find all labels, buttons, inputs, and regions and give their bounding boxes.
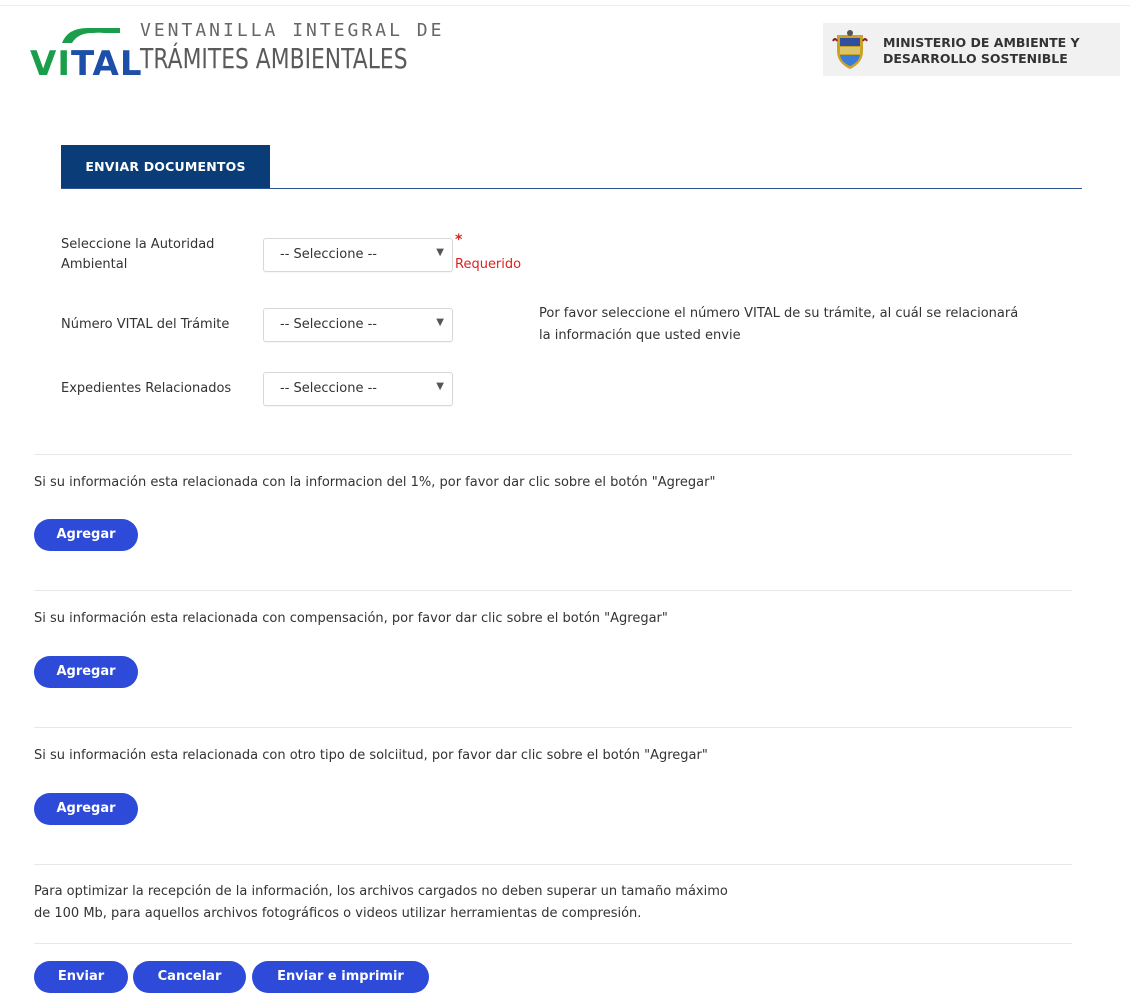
required-star: * [455, 232, 463, 248]
vital-number-label: Número VITAL del Trámite [61, 317, 230, 332]
logo-tagline-top: VENTANILLA INTEGRAL DE [140, 20, 445, 41]
tab-enviar-documentos[interactable]: ENVIAR DOCUMENTOS [61, 145, 270, 189]
vital-number-help: Por favor seleccione el número VITAL de … [539, 306, 1019, 343]
authority-select-value: -- Seleccione -- [280, 247, 377, 262]
add-button-compensacion[interactable]: Agregar [34, 656, 138, 688]
notice-line-2: de 100 Mb, para aquellos archivos fotogr… [34, 906, 642, 921]
authority-label: Seleccione la Autoridad Ambiental [61, 237, 215, 272]
chevron-down-icon: ▼ [436, 317, 444, 328]
expedientes-select[interactable]: -- Seleccione -- ▼ [263, 372, 453, 406]
expedientes-label: Expedientes Relacionados [61, 381, 232, 396]
required-text: Requerido [455, 257, 522, 272]
add-button-1pct[interactable]: Agregar [34, 519, 138, 551]
divider [34, 727, 1072, 728]
divider [34, 590, 1072, 591]
top-divider [0, 5, 1130, 6]
chevron-down-icon: ▼ [436, 381, 444, 392]
leaf-logo-icon [62, 27, 120, 43]
cancel-button[interactable]: Cancelar [133, 961, 246, 993]
vital-logo[interactable]: VITAL VENTANILLA INTEGRAL DE TRÁMITES AM… [30, 20, 441, 84]
section-3-text: Si su información esta relacionada con o… [34, 748, 708, 763]
send-print-button[interactable]: Enviar e imprimir [252, 961, 429, 993]
logo-tagline-bottom: TRÁMITES AMBIENTALES [140, 42, 408, 75]
authority-select[interactable]: -- Seleccione -- ▼ [263, 238, 453, 272]
ministry-name: MINISTERIO DE AMBIENTE Y DESARROLLO SOST… [883, 35, 1080, 66]
chevron-down-icon: ▼ [436, 247, 444, 258]
send-button[interactable]: Enviar [34, 961, 128, 993]
divider [34, 454, 1072, 455]
section-1-text: Si su información esta relacionada con l… [34, 475, 716, 490]
tab-underline [61, 188, 1082, 189]
vital-number-select-value: -- Seleccione -- [280, 317, 377, 332]
divider [34, 943, 1072, 944]
vital-number-select[interactable]: -- Seleccione -- ▼ [263, 308, 453, 342]
notice-line-1: Para optimizar la recepción de la inform… [34, 884, 728, 899]
divider [34, 864, 1072, 865]
vital-wordmark: VITAL [30, 44, 143, 84]
ministry-logo[interactable]: MINISTERIO DE AMBIENTE Y DESARROLLO SOST… [823, 23, 1120, 76]
coat-of-arms-icon [832, 30, 868, 69]
expedientes-select-value: -- Seleccione -- [280, 381, 377, 396]
section-2-text: Si su información esta relacionada con c… [34, 611, 668, 626]
add-button-otro[interactable]: Agregar [34, 793, 138, 825]
